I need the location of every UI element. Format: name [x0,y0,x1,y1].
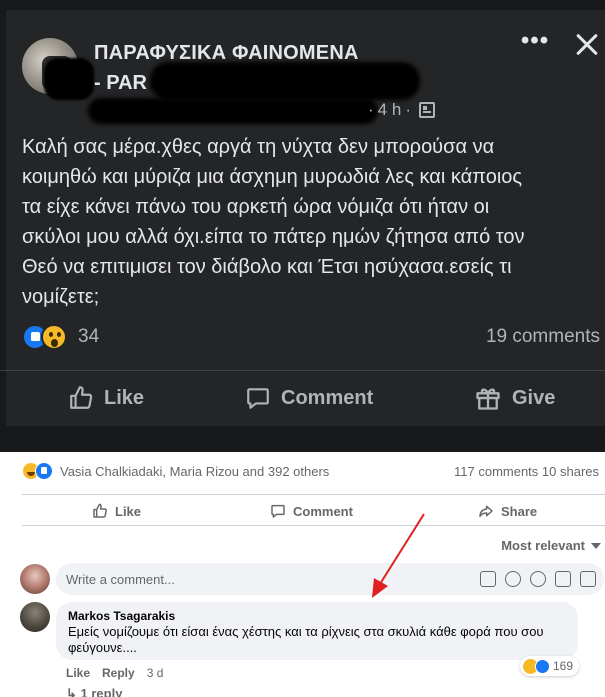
give-label: Give [512,386,556,409]
like-label: Like [115,503,142,519]
post-text-line: κοιμηθώ και μύριζα μια άσχημη μυρωδιά λε… [22,166,523,188]
replies-label: 1 reply [80,686,123,697]
top-edge [0,0,605,10]
thumbs-up-icon [93,503,107,518]
page-name-line2[interactable]: - PAR [94,70,147,96]
close-button[interactable] [570,28,604,62]
comment-time[interactable]: 3 d [147,666,164,680]
avatar-sticker-icon[interactable] [480,571,496,587]
redaction-mark [88,98,378,124]
thumbs-up-icon [70,386,93,409]
post-text: Καλή σας μέρα.χθες αργά τη νύχτα δεν μπο… [22,132,597,312]
reactions-summary: 34 19 comments [22,322,600,352]
like-button[interactable]: Like [68,383,144,413]
comment-button[interactable]: Comment [270,501,353,521]
reaction-icons[interactable] [22,462,62,480]
audience-icon [418,102,435,118]
meta-separator: · [368,100,374,119]
post-text-line: σκύλοι μου αλλά όχι.είπα το πάτερ ημών ζ… [22,226,525,248]
engagement-stats[interactable]: 117 comments 10 shares [454,464,599,479]
like-reaction-icon [35,462,53,480]
sort-label: Most relevant [501,538,585,553]
share-button[interactable]: Share [478,501,537,521]
reaction-count[interactable]: 34 [78,326,99,348]
reaction-icons[interactable] [22,324,74,352]
comment-icon [247,388,269,409]
emoji-icon[interactable] [505,571,521,587]
post-text-line: νομίζετε; [22,286,100,308]
commenter-avatar[interactable] [20,602,50,632]
caret-down-icon [591,542,601,549]
like-label: Like [104,386,145,409]
share-label: Share [501,503,538,519]
redaction-mark [150,62,420,100]
comment-reactions[interactable]: 169 [520,656,580,676]
like-reaction-icon [535,658,550,674]
gif-icon[interactable] [555,571,571,587]
current-user-avatar[interactable] [20,564,50,594]
reply-arrow-icon: ↳ [66,686,81,697]
comment-like-button[interactable]: Like [66,666,90,680]
more-options-button[interactable]: ••• [518,27,552,60]
view-replies-link[interactable]: ↳ 1 reply [66,686,122,697]
comment-icon [271,504,285,518]
more-icon: ••• [520,27,550,54]
comments-count[interactable]: 19 comments [486,326,600,348]
comment-author[interactable]: Markos Tsagarakis [68,609,175,623]
comment-label: Comment [281,386,374,409]
comment-meta: Like Reply 3 d [66,666,163,680]
comment-button[interactable]: Comment [245,383,373,413]
post-time[interactable]: 4 h [378,100,402,120]
comment-bubble: Markos Tsagarakis Εμείς νομίζουμε ότι εί… [56,602,578,660]
embedded-screenshot: Vasia Chalkiadaki, Maria Rizou and 392 o… [0,452,605,697]
gift-icon [476,388,500,410]
post-card: ΠΑΡΑΦΥΣΙΚΑ ΦΑΙΝΟΜΕΝΑ - PAR · 4 h · ••• Κ… [0,0,605,452]
comment-input-placeholder: Write a comment... [66,572,175,587]
sticker-icon[interactable] [580,571,596,587]
post-actions: Like Comment Give [0,370,605,426]
comment-text: Εμείς νομίζουμε ότι είσαι ένας χέστης κα… [68,624,544,655]
post-text-line: τα είχε κάνει πάνω του αρκετή ώρα νόμιζα… [22,196,490,218]
post-text-line: Θεό να επιτιμισει τον διάβολο και Έτσι η… [22,256,512,278]
reactors-text[interactable]: Vasia Chalkiadaki, Maria Rizou and 392 o… [60,464,329,479]
comment-label: Comment [293,503,353,519]
post-meta: · 4 h · [368,100,435,120]
comment-reaction-count: 169 [553,659,574,673]
give-button[interactable]: Give [474,383,555,413]
embedded-actions: Like Comment Share [22,494,605,526]
redaction-mark [44,58,94,100]
comment-reply-button[interactable]: Reply [102,666,135,680]
camera-icon[interactable] [530,571,546,587]
post-text-line: Καλή σας μέρα.χθες αργά τη νύχτα δεν μπο… [22,136,495,158]
share-icon [479,505,493,518]
wow-reaction-icon [41,324,67,350]
like-button[interactable]: Like [92,501,141,521]
comment-sort-dropdown[interactable]: Most relevant [501,538,601,553]
comment-input-tools [480,571,596,587]
divider [0,426,605,452]
comment-input[interactable]: Write a comment... [56,563,604,595]
meta-separator: · [405,100,411,119]
